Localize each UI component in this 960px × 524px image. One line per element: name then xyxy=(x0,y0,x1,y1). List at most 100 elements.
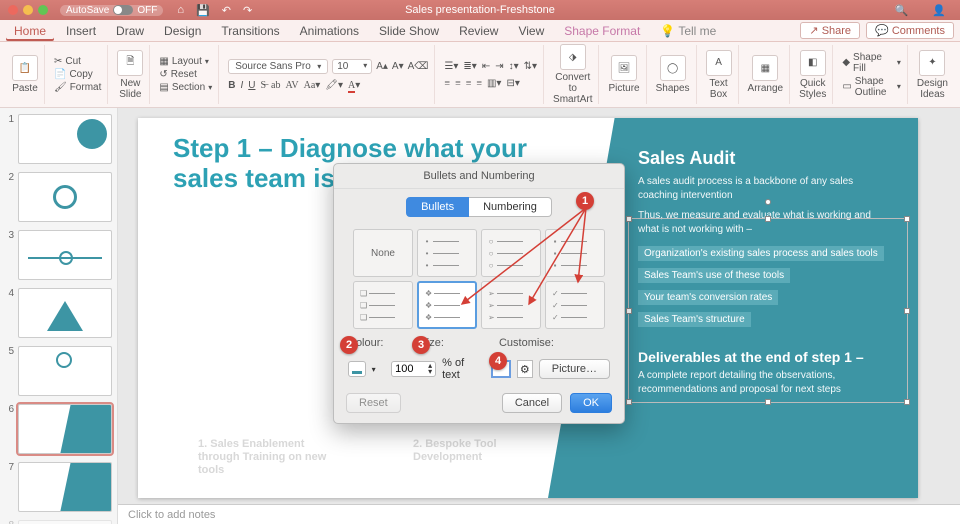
font-color-button[interactable]: A▾ xyxy=(348,80,360,91)
justify[interactable]: ≡ xyxy=(476,78,482,89)
shape-outline[interactable]: ▭ Shape Outline ▾ xyxy=(842,76,901,98)
line-spacing[interactable]: ↕▾ xyxy=(509,61,519,72)
align-center[interactable]: ≡ xyxy=(455,78,461,89)
thumb-2[interactable]: 2 xyxy=(4,172,113,222)
bullet-check[interactable]: ✓✓✓ xyxy=(545,281,605,329)
tab-design[interactable]: Design xyxy=(156,21,209,41)
tell-me[interactable]: 💡 Tell me xyxy=(652,21,724,41)
case-button[interactable]: Aa▾ xyxy=(304,80,321,91)
autosave-switch[interactable] xyxy=(113,5,133,15)
maximize-window[interactable] xyxy=(38,5,48,15)
bullets-button[interactable]: ☰▾ xyxy=(444,61,458,72)
underline-button[interactable]: U xyxy=(248,80,255,91)
notes-placeholder: Click to add notes xyxy=(128,509,215,521)
paste-button[interactable]: 📋Paste xyxy=(12,55,38,94)
insert-textbox[interactable]: AText Box xyxy=(706,50,732,100)
tab-animations[interactable]: Animations xyxy=(292,21,367,41)
slide-canvas[interactable]: freshstone consulting Step 1 – Diagnose … xyxy=(118,108,960,524)
align-text[interactable]: ⊟▾ xyxy=(506,78,519,89)
columns-button[interactable]: ▥▾ xyxy=(487,78,501,89)
tab-view[interactable]: View xyxy=(510,21,552,41)
section-button[interactable]: ▤ Section ▾ xyxy=(159,82,212,93)
quick-styles[interactable]: ◧Quick Styles xyxy=(799,50,826,100)
tab-home[interactable]: Home xyxy=(6,21,54,41)
close-window[interactable] xyxy=(8,5,18,15)
tab-draw[interactable]: Draw xyxy=(108,21,152,41)
reset-button[interactable]: ↺ Reset xyxy=(159,69,212,80)
autosave-toggle[interactable]: AutoSave OFF xyxy=(60,5,163,16)
notes-pane[interactable]: Click to add notes xyxy=(118,504,960,524)
dialog-cancel[interactable]: Cancel xyxy=(502,393,562,413)
shrink-font[interactable]: A▾ xyxy=(392,61,404,72)
bullet-box[interactable]: ❑❑❑ xyxy=(353,281,413,329)
thumb-1[interactable]: 1 xyxy=(4,114,113,164)
tab-review[interactable]: Review xyxy=(451,21,506,41)
shape-fill[interactable]: ◆ Shape Fill ▾ xyxy=(842,52,901,74)
font-size-select[interactable]: 10▾ xyxy=(332,59,372,74)
copy-button[interactable]: 📄 Copy xyxy=(54,69,101,80)
selection-box[interactable] xyxy=(628,218,908,403)
picture-button[interactable]: Picture… xyxy=(539,359,610,379)
tab-numbering[interactable]: Numbering xyxy=(469,197,552,217)
highlight-button[interactable]: 🖍▾ xyxy=(325,80,343,91)
shadow-button[interactable]: ab xyxy=(271,80,280,91)
insert-shapes[interactable]: ◯Shapes xyxy=(656,55,690,94)
bold-button[interactable]: B xyxy=(228,80,235,91)
minimize-window[interactable] xyxy=(23,5,33,15)
tab-slideshow[interactable]: Slide Show xyxy=(371,21,447,41)
tab-insert[interactable]: Insert xyxy=(58,21,104,41)
annotation-4: 4 xyxy=(489,352,507,370)
new-slide-button[interactable]: 🗎New Slide xyxy=(117,50,143,100)
customise-gear[interactable]: ⚙ xyxy=(517,360,533,378)
format-painter[interactable]: 🖌 Format xyxy=(54,82,101,93)
thumb-7[interactable]: 7 xyxy=(4,462,113,512)
home-icon[interactable]: ⌂ xyxy=(171,4,190,16)
dialog-ok[interactable]: OK xyxy=(570,393,612,413)
spacing-button[interactable]: AV xyxy=(285,80,298,91)
account-icon[interactable]: 👤 xyxy=(926,4,952,17)
layout-button[interactable]: ▦ Layout ▾ xyxy=(159,56,212,67)
tab-shape-format[interactable]: Shape Format xyxy=(556,21,648,41)
text-direction[interactable]: ⇅▾ xyxy=(524,61,537,72)
design-ideas[interactable]: ✦Design Ideas xyxy=(917,50,948,100)
comments-button[interactable]: 💬 Comments xyxy=(866,22,954,39)
rotate-handle[interactable] xyxy=(765,199,771,205)
numbering-button[interactable]: ≣▾ xyxy=(463,61,476,72)
clear-format[interactable]: A⌫ xyxy=(408,61,429,72)
share-button[interactable]: ↗ Share xyxy=(800,22,860,39)
font-family-select[interactable]: Source Sans Pro▾ xyxy=(228,59,328,74)
thumb-8[interactable]: 8 xyxy=(4,520,113,524)
bullet-diamond[interactable]: ❖❖❖ xyxy=(417,281,477,329)
redo-icon[interactable]: ↷ xyxy=(237,4,258,17)
bullet-square[interactable]: ▪▪▪ xyxy=(545,229,605,277)
thumb-4[interactable]: 4 xyxy=(4,288,113,338)
increase-indent[interactable]: ⇥ xyxy=(495,61,503,72)
undo-icon[interactable]: ↶ xyxy=(216,4,237,17)
tell-me-label: Tell me xyxy=(678,24,716,38)
cut-button[interactable]: ✂ Cut xyxy=(54,56,101,67)
tab-transitions[interactable]: Transitions xyxy=(213,21,287,41)
italic-button[interactable]: I xyxy=(240,80,243,91)
grow-font[interactable]: A▴ xyxy=(376,61,388,72)
align-left[interactable]: ≡ xyxy=(444,78,450,89)
bullet-size-input[interactable]: ▴▾ xyxy=(391,361,436,377)
autosave-label: AutoSave xyxy=(66,5,109,16)
dialog-reset[interactable]: Reset xyxy=(346,393,401,413)
bullet-circle[interactable]: ○○○ xyxy=(481,229,541,277)
thumb-5[interactable]: 5 xyxy=(4,346,113,396)
bullet-none[interactable]: None xyxy=(353,229,413,277)
thumb-6[interactable]: 6 xyxy=(4,404,113,454)
arrange-button[interactable]: ▦Arrange xyxy=(748,55,784,94)
strike-button[interactable]: S̶ xyxy=(260,80,266,91)
search-icon[interactable]: 🔍 xyxy=(889,4,915,17)
align-right[interactable]: ≡ xyxy=(466,78,472,89)
bullet-colour-picker[interactable] xyxy=(348,361,366,377)
bullet-disc[interactable]: ••• xyxy=(417,229,477,277)
save-icon[interactable]: 💾 xyxy=(190,4,216,17)
thumb-3[interactable]: 3 xyxy=(4,230,113,280)
decrease-indent[interactable]: ⇤ xyxy=(482,61,490,72)
convert-smartart[interactable]: ⬗Convert to SmartArt xyxy=(553,44,592,105)
bullet-arrow[interactable]: ➢➢➢ xyxy=(481,281,541,329)
insert-picture[interactable]: 🖼Picture xyxy=(608,55,639,94)
tab-bullets[interactable]: Bullets xyxy=(406,197,469,217)
